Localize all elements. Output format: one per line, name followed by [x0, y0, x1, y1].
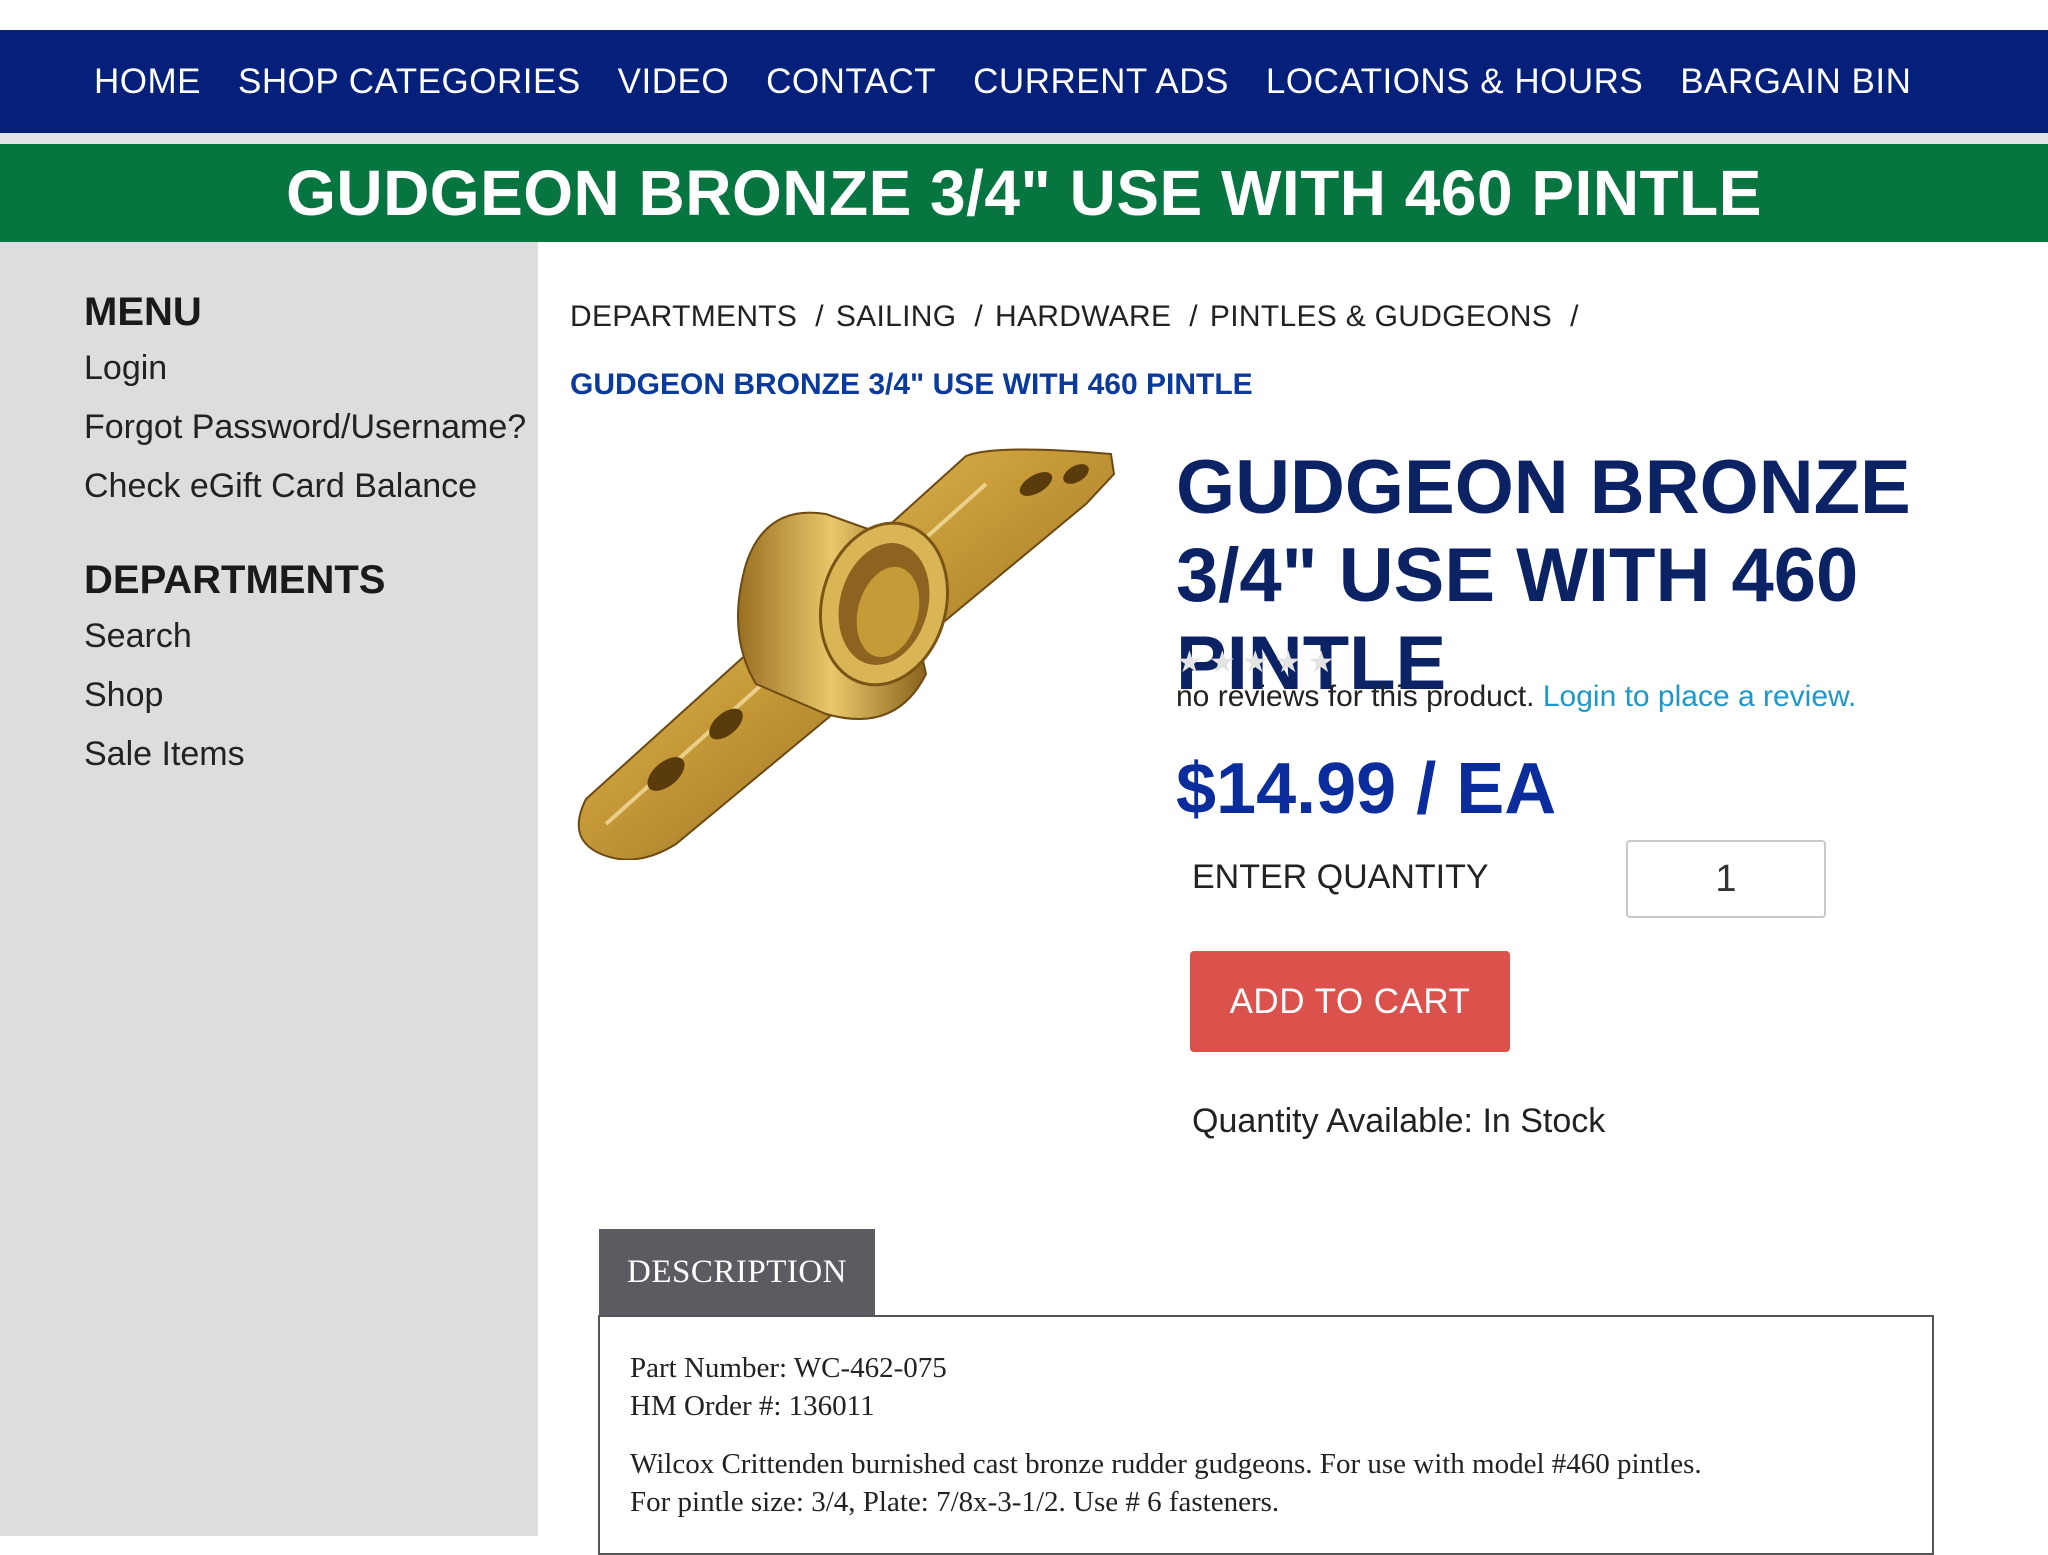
description-text-1: Wilcox Crittenden burnished cast bronze …: [630, 1448, 1702, 1480]
breadcrumb: DEPARTMENTS / SAILING / HARDWARE / PINTLES & G…: [570, 300, 1591, 334]
star-icon[interactable]: ★: [1176, 648, 1203, 678]
breadcrumb-separator: /: [1570, 300, 1579, 333]
product-price: $14.99 / EA: [1176, 749, 1557, 829]
nav-home[interactable]: HOME: [94, 62, 201, 102]
nav-bargain-bin[interactable]: BARGAIN BIN: [1680, 62, 1911, 102]
sidebar-item-egift-balance[interactable]: Check eGift Card Balance: [84, 467, 538, 506]
top-navigation: HOME SHOP CATEGORIES VIDEO CONTACT CURRE…: [0, 30, 2048, 133]
star-icon[interactable]: ★: [1209, 648, 1236, 678]
sidebar-item-shop[interactable]: Shop: [84, 676, 538, 715]
login-review-link[interactable]: Login to place a review.: [1543, 680, 1857, 713]
description-text-2: For pintle size: 3/4, Plate: 7/8x-3-1/2.…: [630, 1486, 1280, 1518]
departments-heading: DEPARTMENTS: [84, 558, 386, 602]
nav-shop-categories[interactable]: SHOP CATEGORIES: [238, 62, 581, 102]
breadcrumb-pintles-gudgeons[interactable]: PINTLES & GUDGEONS: [1210, 300, 1552, 333]
nav-current-ads[interactable]: CURRENT ADS: [973, 62, 1229, 102]
tab-description[interactable]: DESCRIPTION: [599, 1229, 875, 1316]
breadcrumb-separator: /: [1189, 300, 1198, 333]
availability-status: Quantity Available: In Stock: [1192, 1102, 1606, 1140]
quantity-input[interactable]: [1626, 840, 1826, 918]
breadcrumb-separator: /: [815, 300, 824, 333]
breadcrumb-current: GUDGEON BRONZE 3/4" USE WITH 460 PINTLE: [570, 368, 1253, 401]
sidebar-item-search[interactable]: Search: [84, 617, 538, 656]
reviews-line: no reviews for this product. Login to pl…: [1176, 680, 1856, 714]
sidebar-item-forgot-password[interactable]: Forgot Password/Username?: [84, 408, 538, 447]
nav-video[interactable]: VIDEO: [618, 62, 729, 102]
rating-stars[interactable]: ★ ★ ★ ★ ★: [1176, 648, 1335, 678]
sidebar-item-sale-items[interactable]: Sale Items: [84, 735, 538, 774]
star-icon[interactable]: ★: [1275, 648, 1302, 678]
sidebar-item-login[interactable]: Login: [84, 349, 538, 388]
sidebar: MENU Login Forgot Password/Username? Che…: [0, 242, 538, 1536]
add-to-cart-button[interactable]: ADD TO CART: [1190, 951, 1510, 1052]
nav-divider: [0, 133, 2048, 144]
star-icon[interactable]: ★: [1242, 648, 1269, 678]
breadcrumb-separator: /: [974, 300, 983, 333]
part-number: Part Number: WC-462-075: [630, 1352, 947, 1384]
reviews-text: no reviews for this product.: [1176, 680, 1535, 713]
page-title-banner: GUDGEON BRONZE 3/4" USE WITH 460 PINTLE: [0, 144, 2048, 242]
product-image[interactable]: [566, 444, 1116, 860]
menu-heading: MENU: [84, 290, 202, 334]
star-icon[interactable]: ★: [1308, 648, 1335, 678]
nav-locations-hours[interactable]: LOCATIONS & HOURS: [1266, 62, 1643, 102]
description-panel: Part Number: WC-462-075 HM Order #: 1360…: [598, 1315, 1934, 1555]
quantity-label: ENTER QUANTITY: [1192, 858, 1489, 896]
hm-order-number: HM Order #: 136011: [630, 1390, 875, 1422]
nav-contact[interactable]: CONTACT: [766, 62, 936, 102]
breadcrumb-departments[interactable]: DEPARTMENTS: [570, 300, 797, 333]
breadcrumb-hardware[interactable]: HARDWARE: [995, 300, 1171, 333]
breadcrumb-sailing[interactable]: SAILING: [836, 300, 956, 333]
